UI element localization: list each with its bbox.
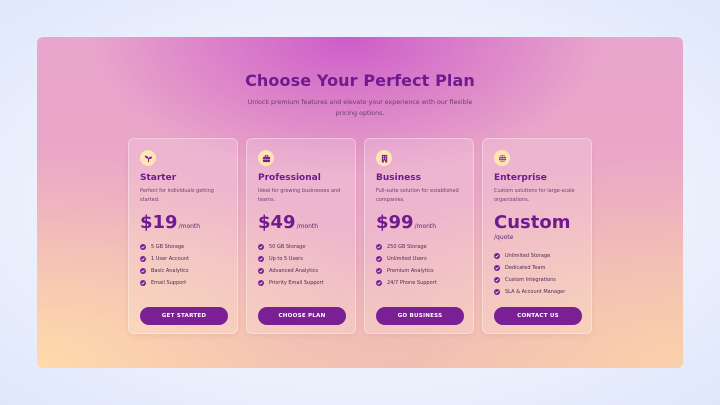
check-icon (258, 256, 264, 262)
feature-item: 250 GB Storage (376, 241, 437, 253)
check-icon (258, 280, 264, 286)
check-icon (258, 244, 264, 250)
price-period: /month (296, 223, 319, 230)
plan-name: Enterprise (494, 173, 547, 183)
check-icon (140, 256, 146, 262)
check-icon (494, 253, 500, 259)
feature-item: Unlimited Storage (494, 250, 565, 262)
plan-price: $99 /month (376, 212, 436, 233)
go-business-button[interactable]: GO BUSINESS (376, 307, 464, 325)
feature-item: 24/7 Phone Support (376, 277, 437, 289)
sprout-icon (140, 150, 156, 166)
plan-description: Full-suite solution for established comp… (376, 188, 459, 203)
plan-card-starter: Starter Perfect for individuals getting … (128, 138, 238, 334)
plan-name: Business (376, 173, 421, 183)
price-amount: $99 (376, 212, 414, 233)
plan-card-professional: Professional Ideal for growing businesse… (246, 138, 356, 334)
page-subtitle: Unlock premium features and elevate your… (247, 99, 473, 117)
feature-item: Priority Email Support (258, 277, 324, 289)
price-period: /month (414, 223, 437, 230)
page-title: Choose Your Perfect Plan (245, 71, 475, 90)
check-icon (494, 289, 500, 295)
feature-item: Dedicated Team (494, 262, 565, 274)
choose-plan-button[interactable]: CHOOSE PLAN (258, 307, 346, 325)
price-amount: $49 (258, 212, 296, 233)
check-icon (376, 256, 382, 262)
price-amount: Custom (494, 212, 571, 233)
globe-icon (494, 150, 510, 166)
check-icon (140, 268, 146, 274)
feature-item: 5 GB Storage (140, 241, 189, 253)
feature-item: Email Support (140, 277, 189, 289)
check-icon (258, 268, 264, 274)
price-period: /quote (494, 234, 514, 241)
check-icon (494, 265, 500, 271)
check-icon (140, 244, 146, 250)
feature-item: Basic Analytics (140, 265, 189, 277)
building-icon (376, 150, 392, 166)
price-amount: $19 (140, 212, 178, 233)
check-icon (376, 280, 382, 286)
plan-name: Starter (140, 173, 177, 183)
plan-price: $19 /month (140, 212, 200, 233)
check-icon (376, 244, 382, 250)
check-icon (376, 268, 382, 274)
plan-card-enterprise: Enterprise Custom solutions for large-sc… (482, 138, 592, 334)
plan-price: $49 /month (258, 212, 318, 233)
feature-item: 50 GB Storage (258, 241, 324, 253)
feature-item: Custom Integrations (494, 274, 565, 286)
feature-item: Up to 5 Users (258, 253, 324, 265)
check-icon (494, 277, 500, 283)
plan-price: Custom (494, 212, 570, 233)
plan-description: Perfect for individuals getting started. (140, 188, 214, 203)
plan-description: Ideal for growing businesses and teams. (258, 188, 341, 203)
check-icon (140, 280, 146, 286)
feature-item: Advanced Analytics (258, 265, 324, 277)
plan-name: Professional (258, 173, 321, 183)
contact-us-button[interactable]: CONTACT US (494, 307, 582, 325)
feature-list: Unlimited Storage Dedicated Team Custom … (494, 250, 565, 298)
feature-item: Premium Analytics (376, 265, 437, 277)
feature-list: 250 GB Storage Unlimited Users Premium A… (376, 241, 437, 289)
plan-card-business: Business Full-suite solution for establi… (364, 138, 474, 334)
feature-item: Unlimited Users (376, 253, 437, 265)
price-period: /month (178, 223, 201, 230)
pricing-panel: Choose Your Perfect Plan Unlock premium … (37, 37, 683, 368)
feature-item: SLA & Account Manager (494, 286, 565, 298)
feature-list: 5 GB Storage 1 User Account Basic Analyt… (140, 241, 189, 289)
plan-description: Custom solutions for large-scale organiz… (494, 188, 575, 203)
get-started-button[interactable]: GET STARTED (140, 307, 228, 325)
briefcase-icon (258, 150, 274, 166)
feature-list: 50 GB Storage Up to 5 Users Advanced Ana… (258, 241, 324, 289)
feature-item: 1 User Account (140, 253, 189, 265)
